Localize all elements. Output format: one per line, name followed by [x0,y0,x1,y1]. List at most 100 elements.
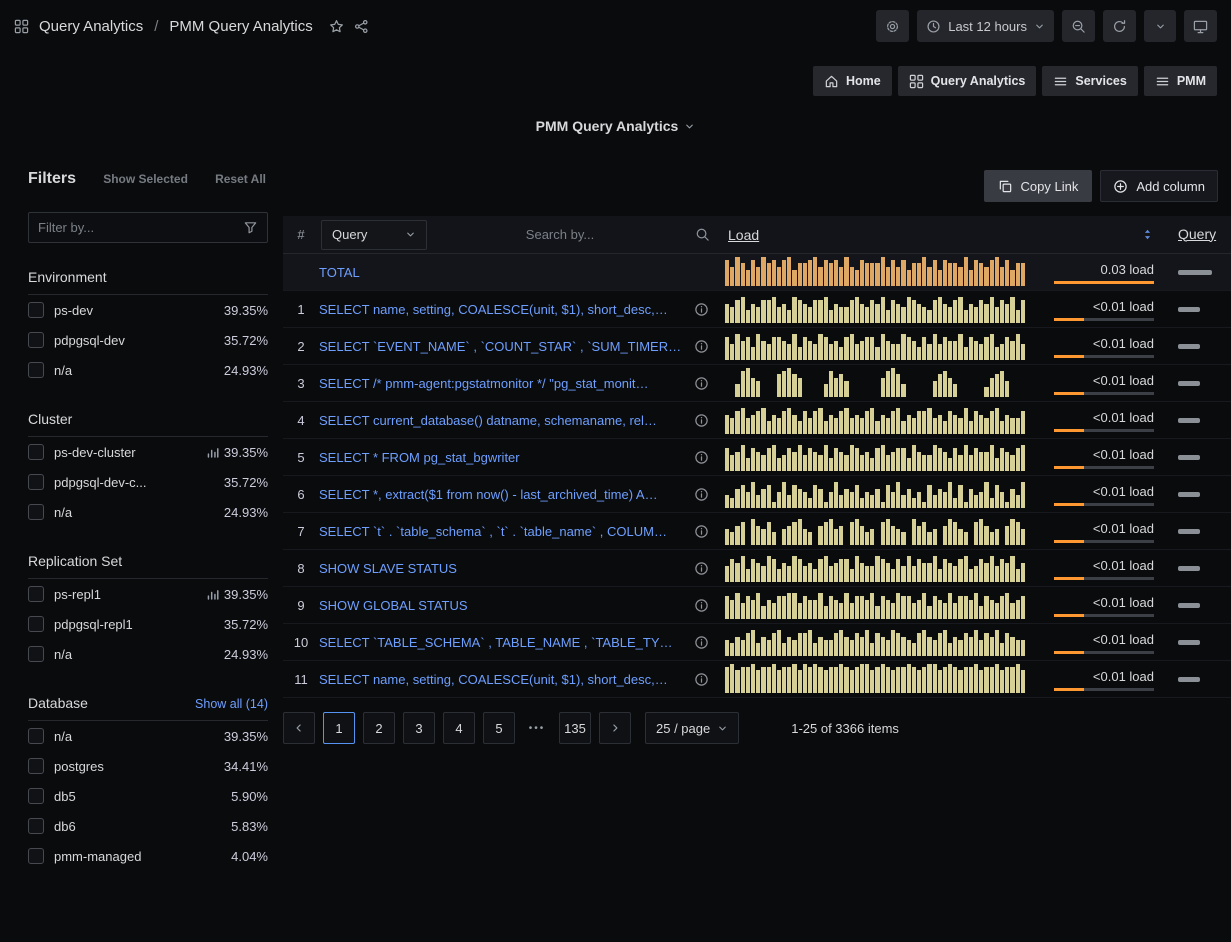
filter-checkbox[interactable] [28,504,44,520]
add-column-button[interactable]: Add column [1100,170,1218,202]
filter-checkbox[interactable] [28,362,44,378]
query-link[interactable]: SELECT `TABLE_SCHEMA` , TABLE_NAME , `TA… [319,635,686,650]
right-column-label[interactable]: Query [1178,226,1216,242]
query-link[interactable]: SELECT name, setting, COALESCE(unit, $1)… [319,302,686,317]
table-row[interactable]: 3SELECT /* pmm-agent:pgstatmonitor */ "p… [283,365,1231,402]
page-button[interactable]: 5 [483,712,515,744]
filter-checkbox[interactable] [28,646,44,662]
page-button[interactable]: 4 [443,712,475,744]
filter-checkbox[interactable] [28,728,44,744]
table-row[interactable]: 7SELECT `t` . `table_schema` , `t` . `ta… [283,513,1231,550]
table-row[interactable]: 10SELECT `TABLE_SCHEMA` , TABLE_NAME , `… [283,624,1231,661]
filter-checkbox[interactable] [28,758,44,774]
breadcrumb-section[interactable]: Query Analytics [39,18,143,35]
time-range-picker[interactable]: Last 12 hours [917,10,1054,42]
filter-item[interactable]: n/a24.93% [28,497,268,527]
filter-checkbox[interactable] [28,848,44,864]
filter-item[interactable]: pdpgsql-dev-c...35.72% [28,467,268,497]
filter-checkbox[interactable] [28,788,44,804]
filter-checkbox[interactable] [28,616,44,632]
table-row[interactable]: 1SELECT name, setting, COALESCE(unit, $1… [283,291,1231,328]
table-row[interactable]: 4SELECT current_database() datname, sche… [283,402,1231,439]
filter-item[interactable]: ps-dev-cluster39.35% [28,437,268,467]
info-icon[interactable] [694,339,709,354]
dimension-select[interactable]: Query [321,220,427,250]
copy-link-button[interactable]: Copy Link [984,170,1093,202]
refresh-button[interactable] [1103,10,1136,42]
query-link[interactable]: SELECT `EVENT_NAME` , `COUNT_STAR` , `SU… [319,339,686,354]
show-all-link[interactable]: Show all (14) [195,697,268,711]
table-row[interactable]: 2SELECT `EVENT_NAME` , `COUNT_STAR` , `S… [283,328,1231,365]
filter-item-right: 5.90% [231,789,268,804]
table-search-input[interactable] [427,227,719,242]
filter-item[interactable]: n/a39.35% [28,721,268,751]
filter-item[interactable]: db65.83% [28,811,268,841]
info-icon[interactable] [694,598,709,613]
filter-item[interactable]: pdpgsql-dev35.72% [28,325,268,355]
sort-icon[interactable] [1141,227,1154,242]
load-sparkline [725,257,1025,286]
query-link[interactable]: SHOW GLOBAL STATUS [319,598,686,613]
page-size-select[interactable]: 25 / page [645,712,739,744]
nav-services-button[interactable]: Services [1042,66,1137,96]
star-icon[interactable] [329,19,344,34]
query-link[interactable]: TOTAL [319,265,709,280]
query-link[interactable]: SELECT `t` . `table_schema` , `t` . `tab… [319,524,686,539]
reset-all-link[interactable]: Reset All [215,172,266,186]
filter-item[interactable]: n/a24.93% [28,355,268,385]
filter-item[interactable]: ps-repl139.35% [28,579,268,609]
filter-checkbox[interactable] [28,474,44,490]
next-page-button[interactable] [599,712,631,744]
page-button[interactable]: 2 [363,712,395,744]
info-icon[interactable] [694,487,709,502]
info-icon[interactable] [694,413,709,428]
show-selected-link[interactable]: Show Selected [103,172,188,186]
filter-checkbox[interactable] [28,332,44,348]
zoom-out-button[interactable] [1062,10,1095,42]
breadcrumb-page[interactable]: PMM Query Analytics [169,18,312,35]
share-icon[interactable] [354,19,369,34]
filter-item[interactable]: pdpgsql-repl135.72% [28,609,268,639]
info-icon[interactable] [694,561,709,576]
filter-item[interactable]: pmm-managed4.04% [28,841,268,871]
table-row[interactable]: 9SHOW GLOBAL STATUS<0.01 load [283,587,1231,624]
table-row[interactable]: TOTAL0.03 load [283,254,1231,291]
info-icon[interactable] [694,302,709,317]
filter-checkbox[interactable] [28,302,44,318]
table-row[interactable]: 5SELECT * FROM pg_stat_bgwriter<0.01 loa… [283,439,1231,476]
info-icon[interactable] [694,672,709,687]
load-column-label[interactable]: Load [728,227,759,243]
page-button[interactable]: 3 [403,712,435,744]
nav-query-analytics-button[interactable]: Query Analytics [898,66,1037,96]
dashboard-title-dropdown[interactable]: PMM Query Analytics [0,118,1231,134]
filter-checkbox[interactable] [28,586,44,602]
table-row[interactable]: 11SELECT name, setting, COALESCE(unit, $… [283,661,1231,698]
refresh-interval-dropdown[interactable] [1144,10,1176,42]
info-icon[interactable] [694,450,709,465]
nav-pmm-button[interactable]: PMM [1144,66,1217,96]
filter-item[interactable]: db55.90% [28,781,268,811]
prev-page-button[interactable] [283,712,315,744]
query-link[interactable]: SELECT * FROM pg_stat_bgwriter [319,450,686,465]
table-row[interactable]: 8SHOW SLAVE STATUS<0.01 load [283,550,1231,587]
nav-home-button[interactable]: Home [813,66,892,96]
query-link[interactable]: SELECT /* pmm-agent:pgstatmonitor */ "pg… [319,376,686,391]
query-link[interactable]: SELECT current_database() datname, schem… [319,413,686,428]
info-icon[interactable] [694,376,709,391]
query-link[interactable]: SHOW SLAVE STATUS [319,561,686,576]
filter-checkbox[interactable] [28,444,44,460]
kiosk-mode-button[interactable] [1184,10,1217,42]
filter-item[interactable]: postgres34.41% [28,751,268,781]
filter-search-input[interactable] [38,220,243,235]
last-page-button[interactable]: 135 [559,712,591,744]
query-link[interactable]: SELECT name, setting, COALESCE(unit, $1)… [319,672,686,687]
table-row[interactable]: 6SELECT *, extract($1 from now() - last_… [283,476,1231,513]
filter-item[interactable]: ps-dev39.35% [28,295,268,325]
page-button[interactable]: 1 [323,712,355,744]
info-icon[interactable] [694,635,709,650]
filter-checkbox[interactable] [28,818,44,834]
info-icon[interactable] [694,524,709,539]
settings-button[interactable] [876,10,909,42]
filter-item[interactable]: n/a24.93% [28,639,268,669]
query-link[interactable]: SELECT *, extract($1 from now() - last_a… [319,487,686,502]
